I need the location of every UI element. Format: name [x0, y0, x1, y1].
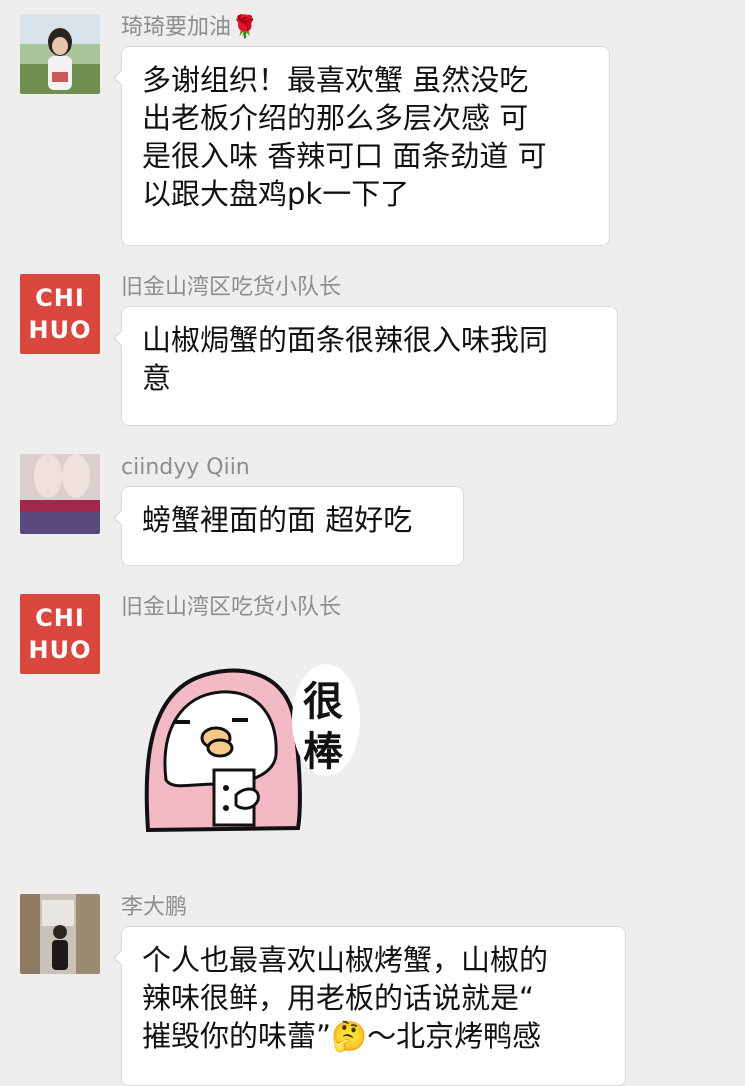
- man-photo-icon: [20, 894, 100, 974]
- message-line: 个人也最喜欢山椒烤蟹，山椒的: [142, 943, 549, 977]
- sticker-image[interactable]: 很 棒: [136, 660, 366, 840]
- sender-name: 李大鹏: [121, 895, 188, 920]
- message-bubble[interactable]: 螃蟹裡面的面 超好吃: [113, 486, 464, 566]
- chat-message-4: CHI HUO 旧金山湾区吃货小队长 很 棒: [0, 0, 745, 833]
- message-line: 摧毁你的味蕾”🤔～北京烤鸭感: [142, 1019, 542, 1053]
- chihuo-logo-avatar[interactable]: CHI HUO: [20, 594, 100, 674]
- message-line: 意: [142, 361, 172, 395]
- sender-name: ciindyy Qiin: [121, 455, 250, 480]
- sender-name: 旧金山湾区吃货小队长: [121, 275, 342, 300]
- message-line: 出老板介绍的那么多层次感 可: [142, 101, 529, 135]
- message-line: 螃蟹裡面的面 超好吃: [142, 503, 413, 537]
- logo-text-bottom: HUO: [28, 316, 92, 344]
- legs-photo-icon: [20, 454, 100, 534]
- user-avatar-ciindyy[interactable]: [20, 454, 100, 534]
- chihuo-logo-avatar[interactable]: CHI HUO: [20, 274, 100, 354]
- message-line: 山椒焗蟹的面条很辣很入味我同: [142, 323, 549, 357]
- sticker-caption-1: 很: [303, 679, 343, 725]
- message-line: 是很入味 香辣可口 面条劲道 可: [142, 139, 547, 173]
- logo-text-top: CHI: [35, 284, 85, 312]
- sticker-caption-2: 棒: [303, 729, 343, 775]
- message-line: 以跟大盘鸡pk一下了: [142, 177, 410, 211]
- sender-name: 旧金山湾区吃货小队长: [121, 595, 342, 620]
- logo-text-top: CHI: [35, 604, 85, 632]
- message-bubble[interactable]: 山椒焗蟹的面条很辣很入味我同 意: [113, 306, 618, 426]
- user-avatar-lidapeng[interactable]: [20, 894, 100, 974]
- message-bubble[interactable]: 个人也最喜欢山椒烤蟹，山椒的 辣味很鲜，用老板的话说就是“ 摧毁你的味蕾”🤔～北…: [113, 926, 626, 1086]
- message-line: 辣味很鲜，用老板的话说就是“: [142, 981, 535, 1015]
- logo-text-bottom: HUO: [28, 636, 92, 664]
